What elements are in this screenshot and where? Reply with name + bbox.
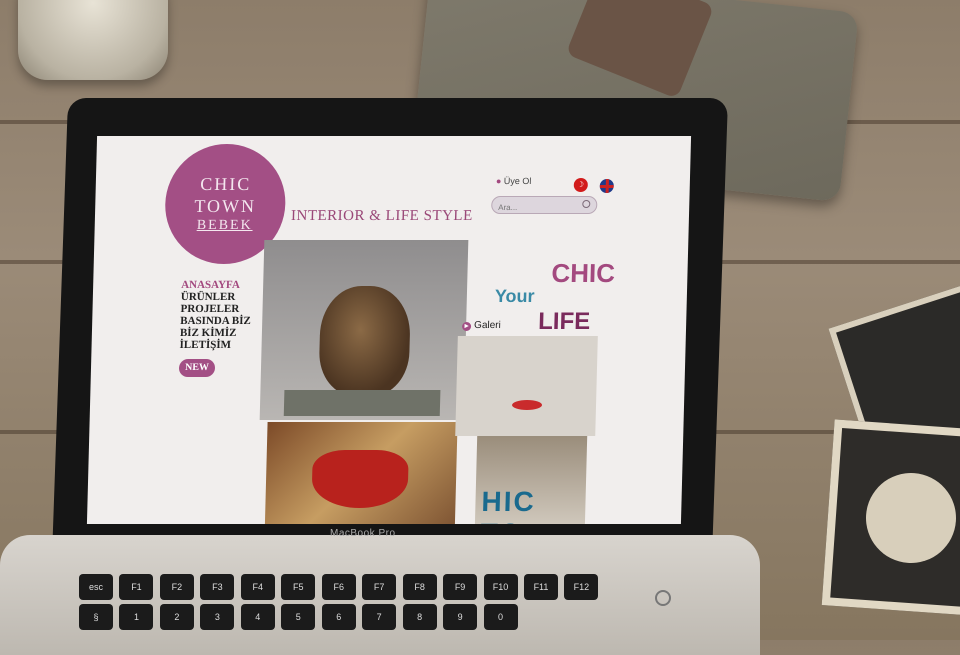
- nav-item-products[interactable]: ÜRÜNLER: [181, 291, 252, 303]
- logo-line: TOWN: [194, 196, 257, 216]
- nav-item-contact[interactable]: İLETİŞİM: [179, 339, 250, 351]
- sculpture-figure: [318, 286, 412, 396]
- key[interactable]: 4: [240, 604, 275, 630]
- key[interactable]: 0: [483, 604, 518, 630]
- coaster: [821, 419, 960, 617]
- face-art-photo[interactable]: [455, 336, 598, 436]
- nav-item-press[interactable]: BASINDA BİZ: [180, 315, 251, 327]
- key[interactable]: 9: [443, 604, 478, 630]
- key[interactable]: 7: [362, 604, 397, 630]
- key[interactable]: 2: [159, 604, 194, 630]
- search-icon[interactable]: [582, 200, 591, 208]
- store-sign: HIC TO: [480, 486, 537, 524]
- key[interactable]: §: [79, 604, 113, 630]
- coaster-emblem: [862, 469, 960, 567]
- slogan-your: Your: [494, 286, 535, 306]
- lips-detail: [511, 400, 543, 410]
- new-badge[interactable]: NEW: [178, 359, 216, 377]
- nav-item-projects[interactable]: PROJELER: [180, 303, 251, 315]
- search-box: [491, 196, 598, 216]
- key[interactable]: 1: [119, 604, 154, 630]
- candle-jar: [18, 0, 168, 80]
- site-tagline: INTERIOR & LIFE STYLE: [290, 208, 473, 224]
- storefront-photo[interactable]: HIC TO: [474, 436, 588, 524]
- laptop-label: MacBook Pro: [330, 528, 396, 539]
- key[interactable]: F5: [281, 574, 316, 600]
- key[interactable]: F10: [483, 574, 518, 600]
- search-input[interactable]: [491, 199, 585, 216]
- slogan-life: LIFE: [537, 308, 591, 335]
- key[interactable]: 8: [402, 604, 437, 630]
- key[interactable]: F12: [564, 574, 599, 600]
- gallery-link[interactable]: ► Galeri: [461, 320, 501, 331]
- logo-line: CHIC: [200, 174, 252, 194]
- keyboard: esc F1 F2 F3 F4 F5 F6 F7 F8 F9 F10 F11 F…: [78, 572, 638, 642]
- key[interactable]: F4: [240, 574, 275, 600]
- key[interactable]: F6: [321, 574, 356, 600]
- main-nav: ANASAYFA ÜRÜNLER PROJELER BASINDA BİZ Bİ…: [179, 279, 251, 351]
- member-link-label: Üye Ol: [503, 176, 532, 186]
- power-icon[interactable]: [655, 590, 671, 606]
- key[interactable]: esc: [79, 574, 113, 600]
- user-icon: ●: [495, 176, 502, 186]
- member-link[interactable]: ● Üye Ol: [496, 176, 532, 186]
- sculpture-base: [283, 390, 441, 416]
- arrow-right-icon: ►: [461, 322, 472, 331]
- nav-item-home[interactable]: ANASAYFA: [181, 279, 252, 291]
- key[interactable]: 6: [321, 604, 356, 630]
- key[interactable]: F3: [200, 574, 235, 600]
- logo-line: BEBEK: [196, 218, 253, 233]
- heart-shape: [311, 450, 409, 508]
- key[interactable]: 5: [281, 604, 316, 630]
- key[interactable]: F1: [119, 574, 154, 600]
- laptop-screen: CHIC TOWN BEBEK INTERIOR & LIFE STYLE ● …: [86, 136, 692, 524]
- sculpture-photo[interactable]: [259, 240, 469, 420]
- key[interactable]: F7: [362, 574, 397, 600]
- key[interactable]: 3: [200, 604, 235, 630]
- heart-painting-photo[interactable]: [264, 422, 458, 524]
- key[interactable]: F2: [159, 574, 194, 600]
- key[interactable]: F9: [443, 574, 478, 600]
- nav-item-about[interactable]: BİZ KİMİZ: [180, 327, 251, 339]
- turkish-flag-icon[interactable]: ☽: [573, 178, 588, 192]
- uk-flag-icon[interactable]: [599, 179, 614, 193]
- key[interactable]: F8: [402, 574, 437, 600]
- gallery-link-label: Galeri: [473, 320, 501, 331]
- key[interactable]: F11: [523, 574, 558, 600]
- slogan-chic: CHIC: [551, 258, 616, 288]
